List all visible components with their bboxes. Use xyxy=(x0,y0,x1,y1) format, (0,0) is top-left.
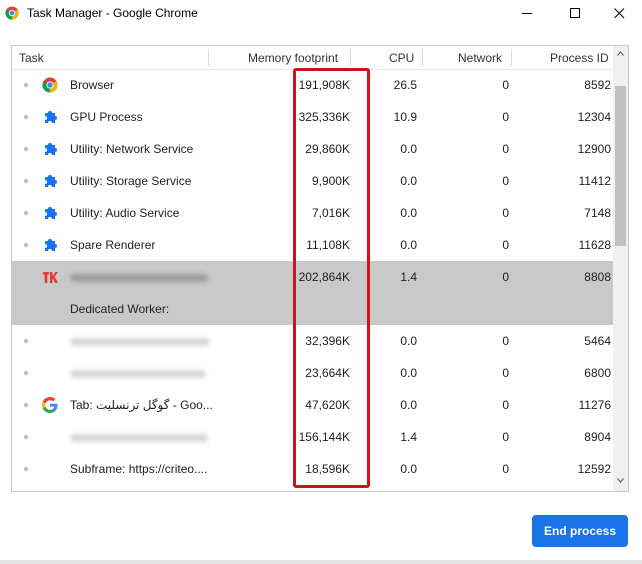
process-id-value: 8904 xyxy=(584,430,611,444)
row-bullet xyxy=(24,83,28,87)
maximize-icon xyxy=(570,8,580,18)
task-name: Subframe: https://criteo.... xyxy=(70,462,208,476)
blurred-task-name xyxy=(70,366,206,380)
column-header-memory[interactable]: Memory footprint xyxy=(248,51,338,65)
site-favicon-icon xyxy=(43,272,58,283)
network-value: 0 xyxy=(502,366,509,380)
minimize-button[interactable] xyxy=(504,0,550,27)
title-bar: Task Manager - Google Chrome xyxy=(0,0,642,27)
row-bullet xyxy=(24,147,28,151)
blurred-task-name xyxy=(70,334,210,348)
network-value: 0 xyxy=(502,174,509,188)
window-bottom-edge xyxy=(0,560,642,564)
process-id-value: 8808 xyxy=(584,270,611,284)
process-id-value: 11412 xyxy=(578,174,611,188)
column-header-process-id[interactable]: Process ID xyxy=(550,51,609,65)
column-header-network[interactable]: Network xyxy=(458,51,502,65)
column-divider[interactable] xyxy=(350,49,351,66)
scrollbar-thumb[interactable] xyxy=(615,86,626,246)
row-bullet xyxy=(24,467,28,471)
puzzle-icon xyxy=(45,207,57,219)
process-id-value: 6800 xyxy=(584,366,611,380)
scroll-down-arrow-icon[interactable] xyxy=(617,478,624,483)
process-id-value: 11276 xyxy=(578,398,611,412)
network-value: 0 xyxy=(502,110,509,124)
window-title: Task Manager - Google Chrome xyxy=(27,6,198,20)
memory-highlight-box xyxy=(293,68,370,488)
blurred-task-name xyxy=(70,430,208,444)
row-bullet xyxy=(24,403,28,407)
column-divider[interactable] xyxy=(422,49,423,66)
network-value: 0 xyxy=(502,398,509,412)
network-value: 0 xyxy=(502,206,509,220)
row-bullet xyxy=(24,243,28,247)
task-name: Tab: گوگل ترنسلیت - Goo... xyxy=(70,398,213,412)
process-id-value: 12304 xyxy=(577,110,611,124)
network-value: 0 xyxy=(502,142,509,156)
process-id-value: 12900 xyxy=(577,142,611,156)
minimize-icon xyxy=(522,13,532,14)
close-button[interactable] xyxy=(596,0,642,27)
network-value: 0 xyxy=(502,270,509,284)
chrome-icon xyxy=(5,6,19,20)
blurred-task-name xyxy=(70,270,208,284)
vertical-scrollbar[interactable] xyxy=(613,46,628,491)
process-id-value: 7148 xyxy=(584,206,611,220)
task-name: Browser xyxy=(70,78,115,92)
puzzle-icon xyxy=(45,143,57,155)
task-name: Utility: Network Service xyxy=(70,142,194,156)
row-bullet xyxy=(24,435,28,439)
row-bullet xyxy=(24,115,28,119)
scroll-up-arrow-icon[interactable] xyxy=(617,51,624,56)
process-id-value: 5464 xyxy=(584,334,611,348)
task-name: Spare Renderer xyxy=(70,238,156,252)
column-header-task[interactable]: Task xyxy=(19,51,44,65)
puzzle-icon xyxy=(45,175,57,187)
row-bullet xyxy=(24,339,28,343)
network-value: 0 xyxy=(502,462,509,476)
puzzle-icon xyxy=(45,239,57,251)
column-header-cpu[interactable]: CPU xyxy=(389,51,414,65)
network-value: 0 xyxy=(502,78,509,92)
network-value: 0 xyxy=(502,238,509,252)
close-icon xyxy=(614,8,625,19)
maximize-button[interactable] xyxy=(552,0,598,27)
task-name: Dedicated Worker: xyxy=(70,302,170,316)
network-value: 0 xyxy=(502,430,509,444)
task-name: GPU Process xyxy=(70,110,143,124)
task-name: Utility: Storage Service xyxy=(70,174,192,188)
task-name: Utility: Audio Service xyxy=(70,206,180,220)
process-id-value: 8592 xyxy=(584,78,611,92)
row-bullet xyxy=(24,371,28,375)
google-icon xyxy=(42,397,58,413)
process-id-value: 12592 xyxy=(577,462,611,476)
column-divider[interactable] xyxy=(208,49,209,66)
table-header: Task Memory footprint CPU Network Proces… xyxy=(12,46,613,70)
row-bullet xyxy=(24,179,28,183)
row-bullet xyxy=(24,211,28,215)
puzzle-icon xyxy=(45,111,57,123)
chrome-icon xyxy=(42,77,58,93)
process-id-value: 11628 xyxy=(578,238,611,252)
network-value: 0 xyxy=(502,334,509,348)
column-divider[interactable] xyxy=(511,49,512,66)
end-process-button[interactable]: End process xyxy=(532,515,628,547)
